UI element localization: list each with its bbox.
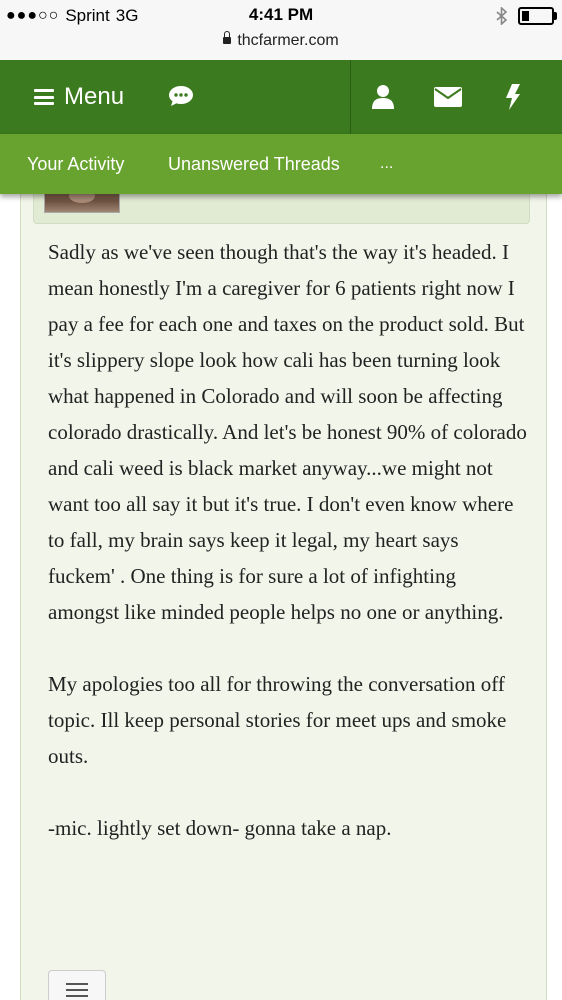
menu-button[interactable]: Menu	[34, 60, 124, 134]
lightning-icon	[506, 84, 520, 110]
tab-more[interactable]: ...	[380, 134, 393, 194]
hamburger-icon	[66, 983, 88, 997]
bluetooth-icon	[496, 7, 508, 25]
avatar[interactable]	[44, 194, 120, 213]
hamburger-icon	[34, 89, 54, 105]
battery-icon	[518, 7, 557, 25]
url-text: thcfarmer.com	[237, 32, 339, 49]
alerts-button[interactable]	[473, 60, 553, 134]
post-paragraph: My apologies too all for throwing the co…	[48, 672, 507, 768]
post-actions-button[interactable]	[48, 970, 106, 1000]
post-paragraph: -mic. lightly set down- gonna take a nap…	[48, 816, 392, 840]
tab-unanswered-threads[interactable]: Unanswered Threads	[168, 134, 340, 194]
site-header: Menu	[0, 60, 562, 134]
thread-content: Sadly as we've seen though that's the wa…	[0, 194, 562, 1000]
status-bar: ●●●○○ Sprint 3G 4:41 PM thcfarmer.com	[0, 0, 562, 61]
menu-label: Menu	[64, 83, 125, 110]
sub-navigation: Your Activity Unanswered Threads ...	[0, 134, 562, 194]
tab-your-activity[interactable]: Your Activity	[27, 134, 124, 194]
post-paragraph: Sadly as we've seen though that's the wa…	[48, 240, 527, 624]
address-bar[interactable]: thcfarmer.com	[0, 31, 562, 50]
envelope-icon	[434, 87, 462, 107]
chat-icon[interactable]	[168, 85, 194, 107]
clock: 4:41 PM	[248, 5, 314, 24]
user-icon	[372, 85, 394, 109]
lock-icon	[223, 31, 232, 44]
post-message: Sadly as we've seen though that's the wa…	[48, 234, 528, 882]
status-icons	[496, 7, 557, 25]
